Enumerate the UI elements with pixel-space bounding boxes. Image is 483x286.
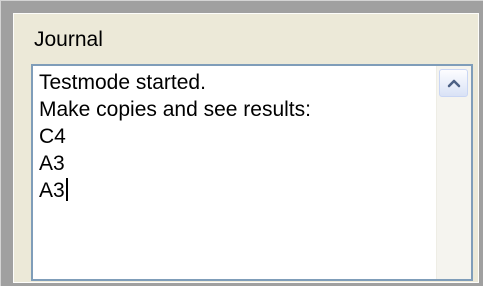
journal-panel: Journal Testmode started. Make copies an… (13, 13, 479, 283)
scroll-up-button[interactable] (439, 69, 468, 97)
text-caret (65, 178, 68, 201)
window-frame: Journal Testmode started. Make copies an… (0, 0, 483, 286)
journal-line: C4 (39, 125, 66, 148)
journal-line: Make copies and see results: (39, 98, 311, 121)
vertical-scrollbar[interactable] (436, 66, 471, 279)
journal-text[interactable]: Testmode started. Make copies and see re… (39, 69, 419, 204)
journal-group-title: Journal (34, 28, 103, 51)
chevron-up-icon (447, 79, 461, 88)
journal-textarea[interactable]: Testmode started. Make copies and see re… (31, 64, 473, 281)
journal-line-last: A3 (39, 177, 419, 204)
journal-line: A3 (39, 152, 65, 175)
journal-line: Testmode started. (39, 71, 206, 94)
journal-line-text: A3 (39, 179, 65, 202)
